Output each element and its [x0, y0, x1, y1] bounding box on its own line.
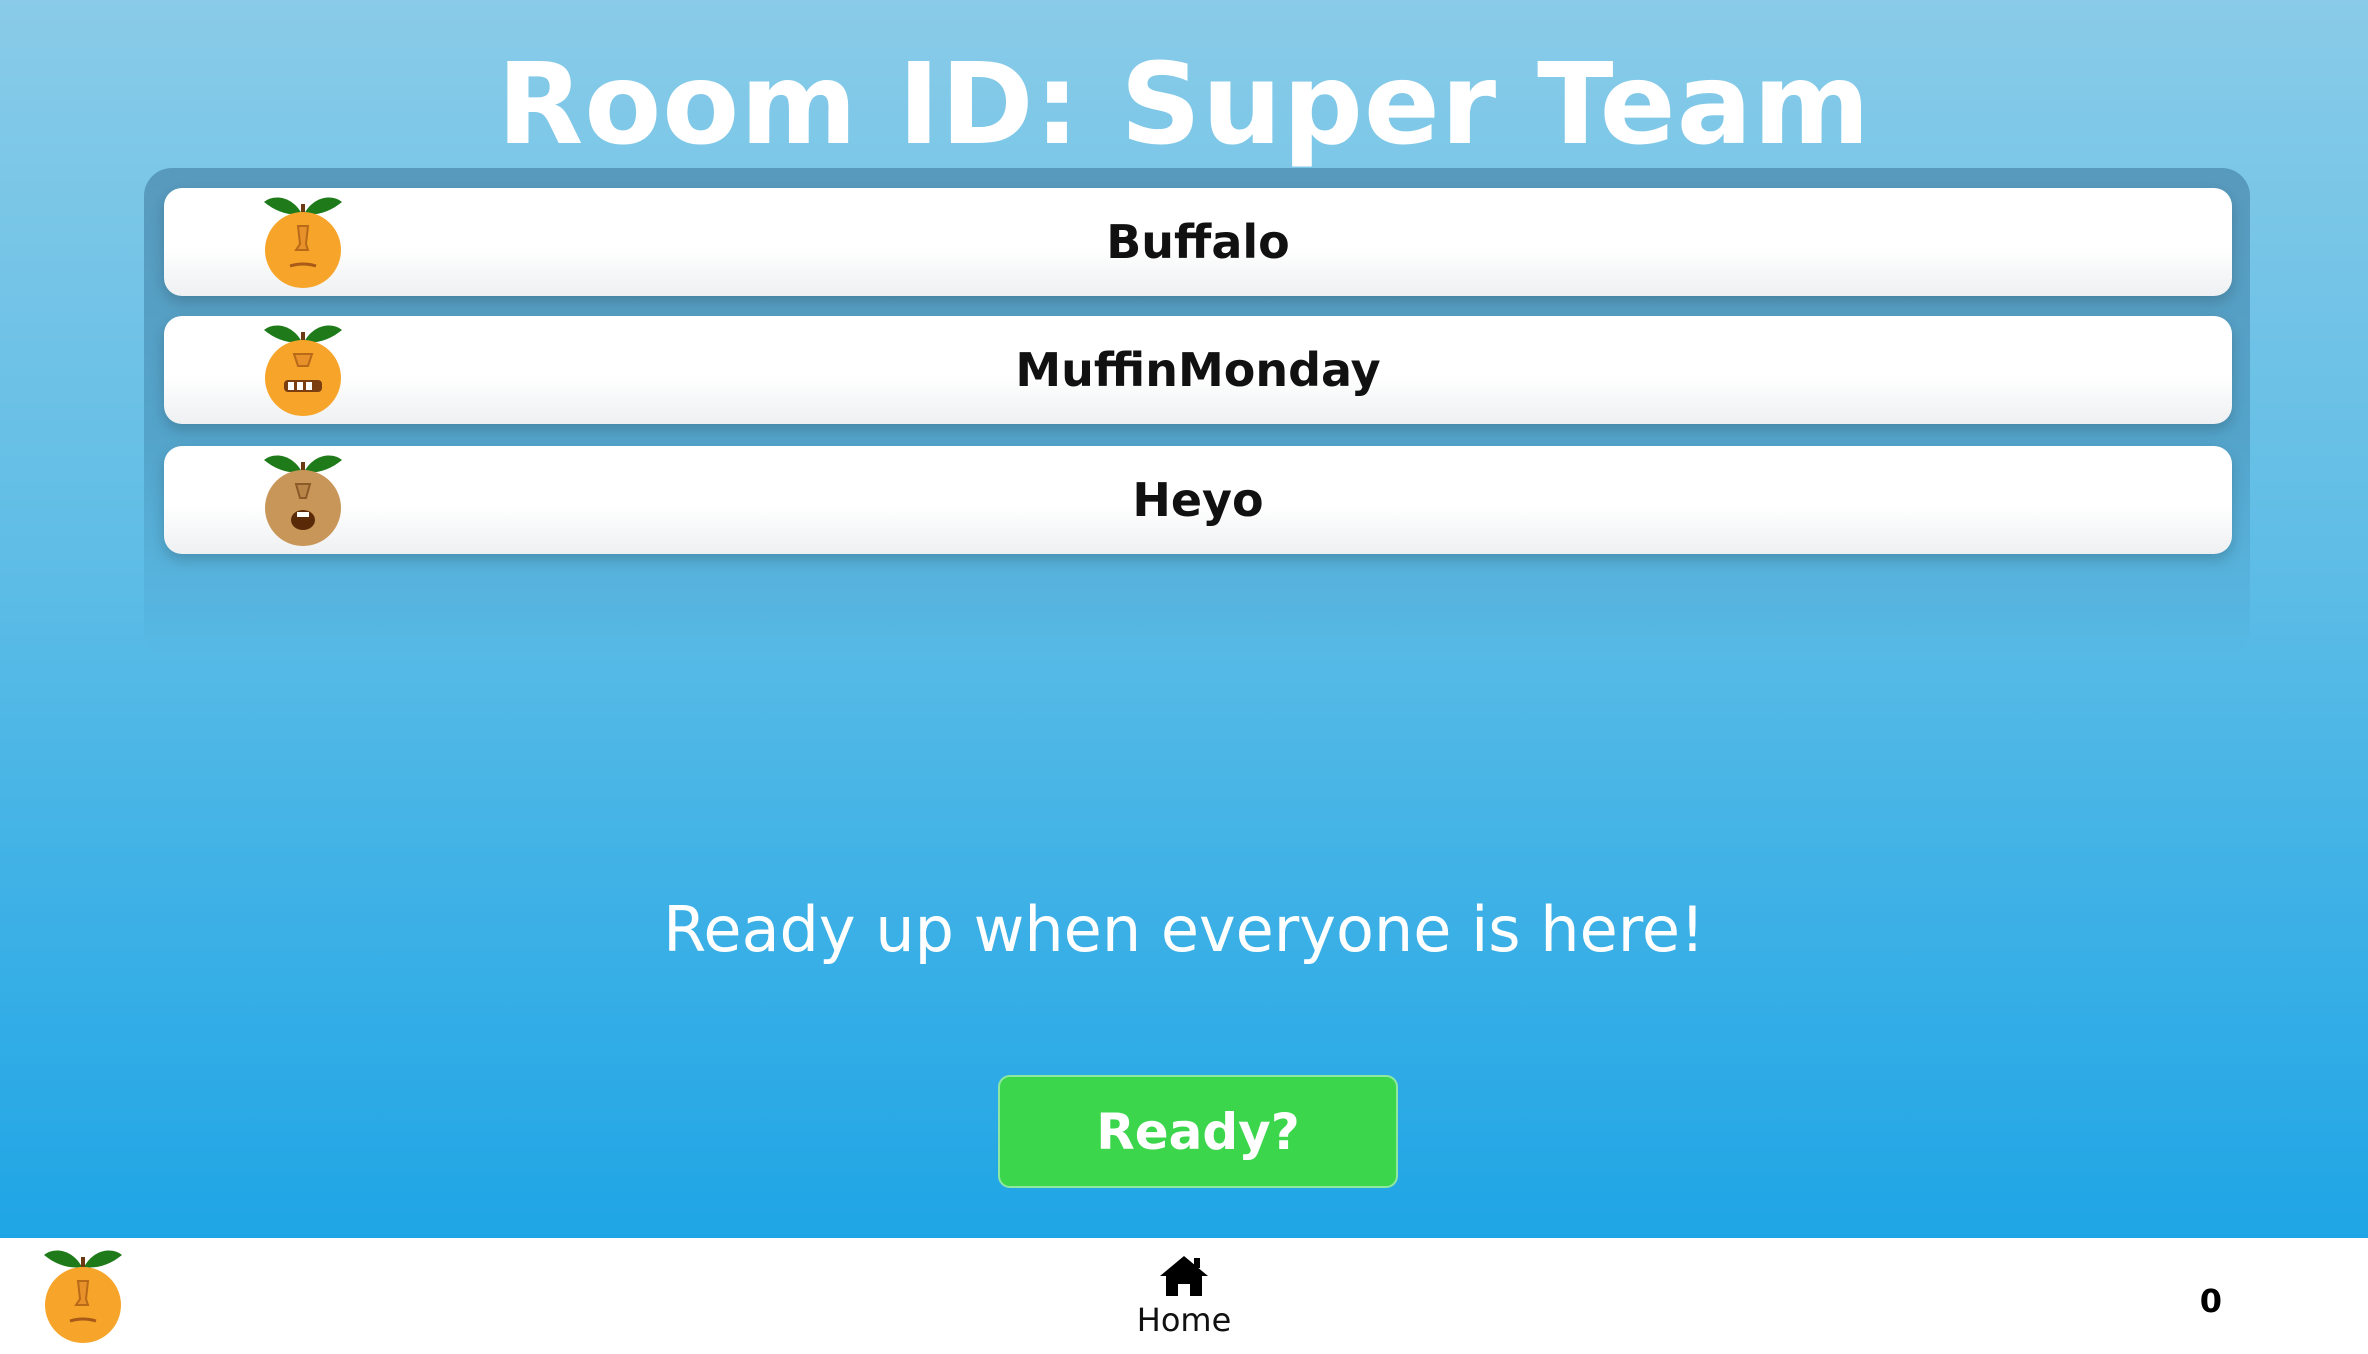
lobby-screen: Room ID: Super Team Buffalo MuffinMonday: [0, 0, 2368, 1238]
player-name: Buffalo: [1106, 215, 1290, 269]
player-name: MuffinMonday: [1015, 343, 1381, 397]
home-icon: [1160, 1256, 1208, 1296]
score-counter: 0: [2199, 1282, 2222, 1320]
home-nav-link[interactable]: Home: [1134, 1254, 1234, 1344]
ready-button[interactable]: Ready?: [998, 1075, 1398, 1188]
player-row: Buffalo: [164, 188, 2232, 296]
player-name: Heyo: [1132, 473, 1264, 527]
home-label: Home: [1136, 1301, 1232, 1339]
room-title: Room ID: Super Team: [497, 40, 1871, 170]
bottom-nav-bar: Home 0: [0, 1238, 2368, 1354]
orange-frown-face-icon[interactable]: [42, 1244, 124, 1346]
ready-prompt: Ready up when everyone is here!: [663, 893, 1705, 966]
player-row: Heyo: [164, 446, 2232, 554]
player-row: MuffinMonday: [164, 316, 2232, 424]
